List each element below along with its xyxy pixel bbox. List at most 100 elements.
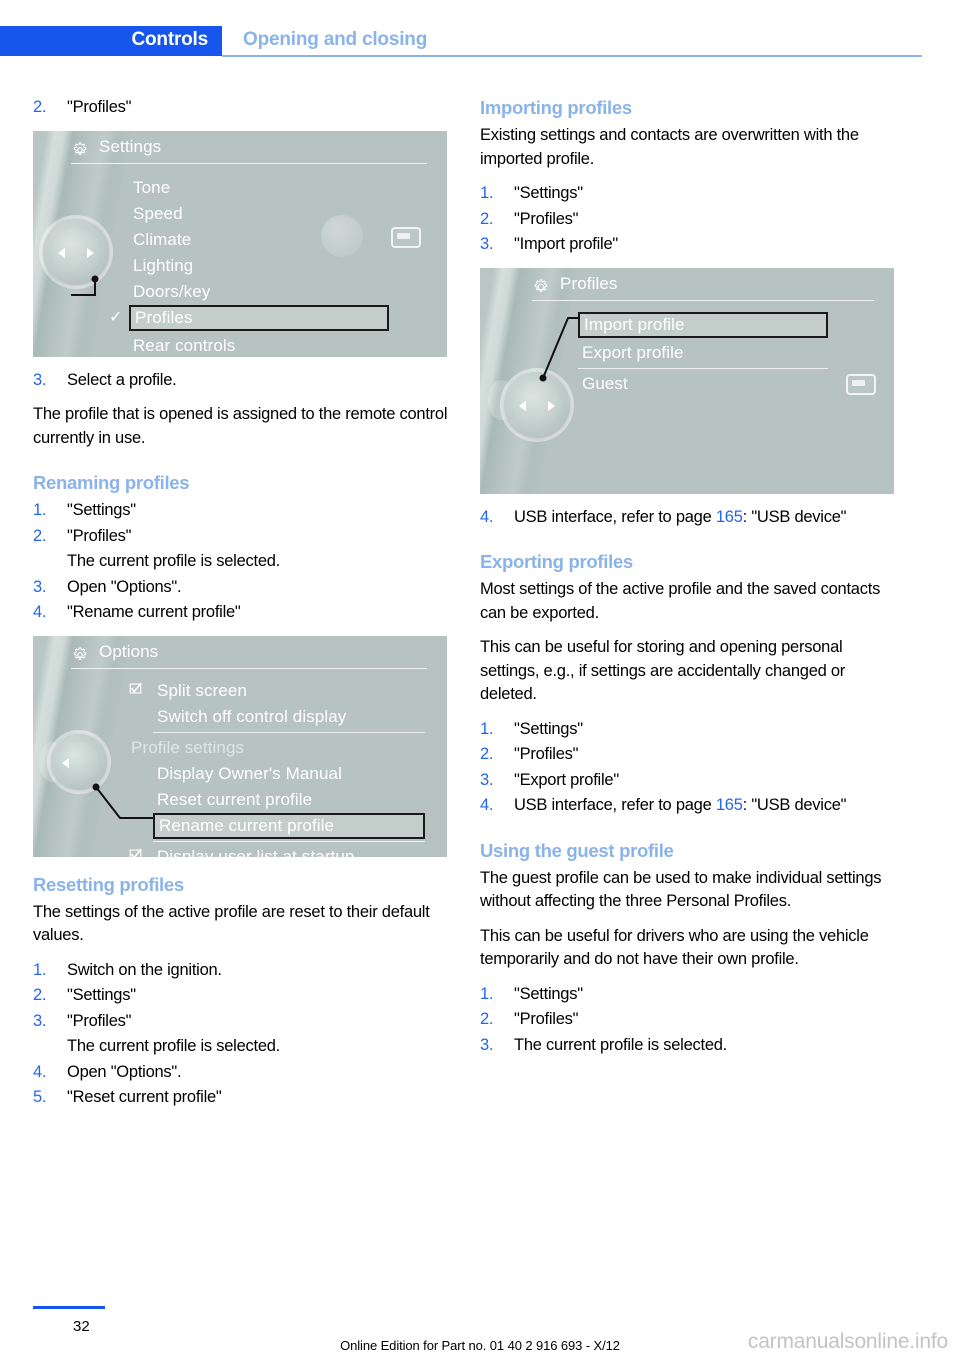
- left-column: 2. "Profiles" Settings Tone Speed Climat…: [33, 96, 449, 1121]
- list-text: Open "Options".: [67, 577, 182, 596]
- paragraph-exporting-1: Most settings of the active profile and …: [480, 580, 881, 622]
- right-column: Importing profiles Existing settings and…: [480, 96, 896, 1068]
- page-cross-reference[interactable]: 165: [716, 796, 743, 814]
- menu-item-doors-key[interactable]: Doors/key: [129, 279, 389, 305]
- screen-title-divider: [71, 162, 427, 164]
- list-item: 3. Select a profile.: [33, 369, 449, 393]
- paragraph-profile-assigned: The profile that is opened is assigned t…: [33, 405, 448, 447]
- list-subtext: The current profile is selected.: [67, 552, 281, 570]
- menu-item-display-user-list[interactable]: Display user list at startup: [129, 844, 425, 857]
- arrow-left-icon: [58, 247, 65, 258]
- menu-item-rename-current-profile[interactable]: Rename current profile: [153, 812, 425, 839]
- profiles-menu-list: Import profile Export profile Guest: [578, 311, 828, 397]
- screen-title: Settings: [99, 136, 162, 156]
- list-text: Switch on the ignition.: [67, 960, 222, 979]
- list-number: 1.: [480, 984, 494, 1003]
- menu-item-lighting[interactable]: Lighting: [129, 253, 389, 279]
- menu-item-split-screen[interactable]: Split screen: [129, 678, 425, 704]
- list-item: 1. "Settings": [480, 983, 896, 1007]
- menu-item-label: Profiles: [135, 307, 193, 327]
- left-step-3-list: 3. Select a profile.: [33, 369, 449, 393]
- list-text: "Settings": [514, 984, 583, 1003]
- importing-step-4-list: 4. USB interface, refer to page 165: "US…: [480, 506, 896, 530]
- heading-renaming-profiles: Renaming profiles: [33, 472, 190, 493]
- list-number: 3.: [33, 1011, 47, 1030]
- settings-menu-list: Tone Speed Climate Lighting Doors/key ✓ …: [109, 175, 389, 357]
- list-number: 3.: [33, 370, 47, 389]
- page-cross-reference[interactable]: 165: [716, 508, 743, 526]
- list-number: 4.: [33, 603, 47, 621]
- list-item: 5. "Reset current profile": [33, 1086, 449, 1110]
- display-card-icon[interactable]: [391, 226, 421, 248]
- knob-inner: [513, 380, 561, 429]
- list-text: "Settings": [67, 501, 136, 519]
- list-item: 3. "Export profile": [480, 769, 896, 793]
- menu-button-icon[interactable]: [321, 214, 363, 257]
- menu-item-label: Display user list at startup: [157, 846, 355, 857]
- checkbox-checked-icon: [129, 848, 142, 857]
- checkbox-checked-icon: [129, 682, 142, 694]
- menu-item-guest[interactable]: Guest: [578, 371, 828, 397]
- screen-title-divider: [532, 299, 874, 301]
- menu-item-import-profile[interactable]: Import profile: [578, 311, 828, 338]
- idrive-controller-knob[interactable]: [51, 733, 107, 790]
- screen-title: Options: [99, 641, 159, 661]
- list-text: "Settings": [67, 986, 136, 1004]
- menu-item-reset-current-profile[interactable]: Reset current profile: [153, 787, 425, 813]
- list-text-after: : "USB device": [742, 507, 847, 526]
- screen-title-row: Options: [71, 642, 429, 670]
- arrow-right-icon: [87, 247, 94, 258]
- heading-using-guest-profile: Using the guest profile: [480, 839, 674, 861]
- gear-icon: [73, 646, 87, 660]
- idrive-profiles-screenshot: Profiles Import profile Export profile G…: [480, 267, 894, 494]
- list-number: 3.: [480, 1035, 494, 1054]
- screen-title-row: Settings: [71, 137, 429, 165]
- list-number: 2.: [33, 98, 47, 116]
- list-text: Open "Options".: [67, 1062, 182, 1081]
- heading-importing-profiles: Importing profiles: [480, 97, 632, 118]
- menu-divider: [153, 731, 425, 733]
- knob-inner: [52, 227, 100, 276]
- checkmark-icon: ✓: [109, 308, 123, 326]
- header-divider: [222, 55, 922, 57]
- options-menu-list: Split screen Switch off control display …: [129, 678, 425, 857]
- list-text: "Profiles": [67, 526, 132, 545]
- paragraph-importing-profiles: Existing settings and contacts are overw…: [480, 126, 859, 168]
- left-step-2-list: 2. "Profiles": [33, 96, 449, 120]
- list-text-before: USB interface, refer to page: [514, 796, 716, 814]
- heading-exporting-profiles: Exporting profiles: [480, 551, 633, 572]
- list-item: 2. "Profiles": [33, 525, 449, 549]
- list-text: "Profiles": [67, 98, 132, 116]
- list-text: "Profiles": [67, 1011, 132, 1030]
- list-text: "Profiles": [514, 1010, 579, 1028]
- knob-inner: [59, 741, 99, 782]
- menu-item-profiles[interactable]: ✓ Profiles: [109, 304, 389, 331]
- list-text-before: USB interface, refer to page: [514, 507, 716, 526]
- idrive-controller-knob[interactable]: [43, 218, 109, 285]
- gear-icon: [534, 278, 548, 292]
- list-text: "Settings": [514, 719, 583, 738]
- resetting-steps-list: 1. Switch on the ignition. 2. "Settings"…: [33, 959, 449, 1110]
- menu-item-export-profile[interactable]: Export profile: [578, 340, 828, 366]
- display-card-icon[interactable]: [846, 373, 876, 395]
- page-number: 32: [73, 1318, 90, 1335]
- paragraph-guest-2: This can be useful for drivers who are u…: [480, 926, 869, 969]
- list-item: 3. The current profile is selected.: [480, 1034, 896, 1058]
- watermark: carmanualsonline.info: [747, 1330, 948, 1353]
- menu-item-tone[interactable]: Tone: [129, 175, 389, 201]
- gear-icon: [73, 141, 87, 155]
- paragraph-resetting-profiles: The settings of the active profile are r…: [33, 902, 430, 945]
- idrive-controller-knob[interactable]: [504, 371, 570, 438]
- list-item: 1. "Settings": [480, 718, 896, 742]
- list-item: 1. "Settings": [33, 499, 449, 523]
- list-item: 1. Switch on the ignition.: [33, 959, 449, 983]
- list-text-after: : "USB device": [742, 796, 847, 814]
- menu-item-display-owners-manual[interactable]: Display Owner's Manual: [153, 761, 425, 787]
- menu-item-rear-controls[interactable]: Rear controls: [129, 333, 389, 357]
- list-number: 2.: [33, 526, 47, 545]
- menu-item-switch-off-display[interactable]: Switch off control display: [153, 704, 425, 730]
- exporting-steps-list: 1. "Settings" 2. "Profiles" 3. "Export p…: [480, 718, 896, 818]
- breadcrumb-tab-label: Controls: [131, 29, 208, 50]
- list-number: 2.: [480, 745, 494, 763]
- list-number: 2.: [480, 209, 494, 228]
